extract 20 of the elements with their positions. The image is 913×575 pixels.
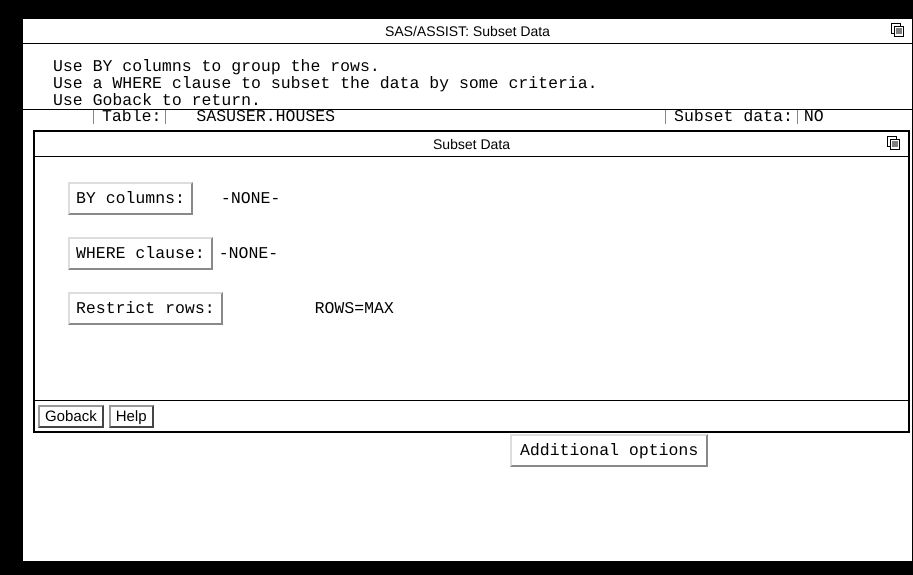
dialog-button[interactable]: Help <box>108 404 154 428</box>
additional-options-button[interactable]: Additional options <box>510 434 708 467</box>
dialog-button[interactable]: Goback <box>38 404 104 428</box>
info-value: SASUSER.HOUSES <box>195 110 336 124</box>
option-button[interactable]: WHERE clause: <box>68 237 213 270</box>
instruction-text: Use BY columns to group the rows. <box>53 58 381 75</box>
instruction-text: Use Goback to return. <box>53 92 262 109</box>
option-button[interactable]: Restrict rows: <box>68 292 223 325</box>
info-value: NO <box>802 110 824 124</box>
info-label: Subset data: <box>665 110 798 124</box>
option-button[interactable]: BY columns: <box>68 182 193 215</box>
option-value: -NONE- <box>218 244 278 263</box>
window-menu-icon[interactable] <box>891 23 904 37</box>
dialog-title: Subset Data <box>432 136 510 152</box>
window-title: SAS/ASSIST: Subset Data <box>385 23 550 39</box>
info-label: Table: <box>93 110 166 124</box>
option-value: -NONE- <box>220 189 280 208</box>
option-value: ROWS=MAX <box>314 299 394 318</box>
instruction-text: Use a WHERE clause to subset the data by some criteria. <box>53 75 599 92</box>
window-menu-icon[interactable] <box>887 136 900 150</box>
